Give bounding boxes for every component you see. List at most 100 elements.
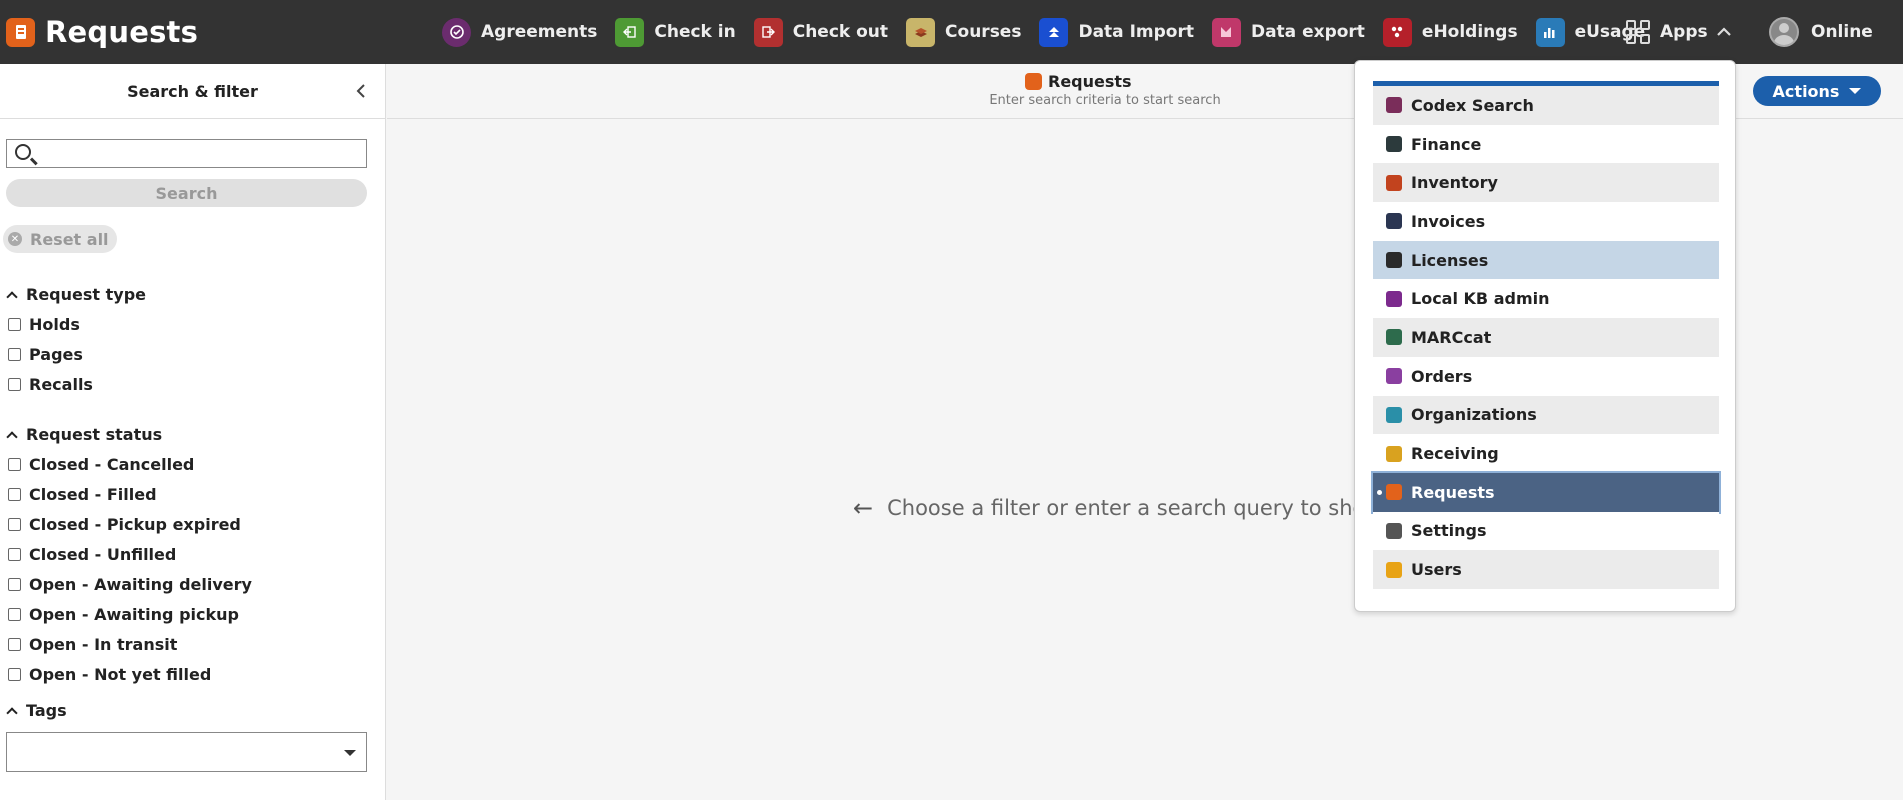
app-item-licenses[interactable]: Licenses [1373, 240, 1719, 280]
requests-app-icon [6, 17, 35, 47]
filter-option-closed-unfilled[interactable]: Closed - Unfilled [8, 539, 252, 569]
filter-option-pages[interactable]: Pages [8, 339, 146, 369]
results-subtitle: Enter search criteria to start search [989, 93, 1221, 108]
profile-status: Online [1811, 22, 1873, 42]
actions-label: Actions [1772, 81, 1840, 101]
checkbox[interactable] [8, 517, 21, 531]
nav-agreements[interactable]: Agreements [442, 0, 597, 64]
filter-option-closed-pickup-expired[interactable]: Closed - Pickup expired [8, 509, 252, 539]
filter-option-open-awaiting-delivery[interactable]: Open - Awaiting delivery [8, 569, 252, 599]
checkbox[interactable] [8, 317, 21, 331]
app-item-settings[interactable]: Settings [1373, 511, 1719, 551]
empty-results-message: ← Choose a filter or enter a search quer… [853, 494, 1383, 522]
reset-label: Reset all [30, 229, 109, 249]
app-item-requests[interactable]: Requests [1371, 470, 1721, 514]
filter-option-recalls[interactable]: Recalls [8, 369, 146, 399]
nav-label: Data Import [1078, 22, 1194, 42]
request-type-heading[interactable]: Request type [6, 284, 146, 304]
search-button[interactable]: Search [6, 179, 367, 207]
apps-grid-icon [1626, 20, 1650, 44]
nav-label: Courses [945, 22, 1022, 42]
users-icon [1386, 561, 1402, 578]
app-title: Requests [45, 15, 199, 49]
app-item-local-kb-admin[interactable]: Local KB admin [1373, 279, 1719, 319]
filter-option-closed-filled[interactable]: Closed - Filled [8, 479, 252, 509]
actions-button[interactable]: Actions [1753, 76, 1881, 106]
checkbox[interactable] [8, 347, 21, 361]
nav-eholdings[interactable]: eHoldings [1382, 0, 1518, 64]
collapse-pane-icon[interactable] [355, 80, 367, 104]
nav-label: Agreements [481, 22, 598, 42]
filter-option-label: Open - Awaiting pickup [29, 604, 239, 624]
app-item-label: Finance [1411, 134, 1482, 154]
receiving-icon [1386, 445, 1402, 462]
nav-check-in[interactable]: Check in [615, 0, 736, 64]
results-title: Requests [1025, 72, 1132, 91]
app-item-marccat[interactable]: MARCcat [1373, 318, 1719, 357]
app-item-invoices[interactable]: Invoices [1373, 202, 1719, 241]
checkbox[interactable] [8, 487, 21, 501]
filter-option-holds[interactable]: Holds [8, 309, 146, 339]
agreements-icon [442, 17, 471, 47]
filter-option-open-awaiting-pickup[interactable]: Open - Awaiting pickup [8, 599, 252, 629]
app-item-orders[interactable]: Orders [1373, 356, 1719, 396]
filter-option-label: Closed - Pickup expired [29, 514, 241, 534]
search-input[interactable] [6, 139, 367, 168]
chevron-up-icon [6, 290, 18, 303]
checkbox[interactable] [8, 377, 21, 391]
profile-menu[interactable]: Online [1769, 0, 1873, 64]
app-item-inventory[interactable]: Inventory [1373, 163, 1719, 203]
app-item-codex-search[interactable]: Codex Search [1373, 86, 1719, 125]
app-nav: Agreements Check in Check out Courses Da… [442, 0, 1663, 64]
request-status-heading[interactable]: Request status [6, 424, 252, 444]
apps-menu-button[interactable]: Apps [1626, 0, 1732, 64]
nav-courses[interactable]: Courses [906, 0, 1021, 64]
app-brand[interactable]: Requests [0, 0, 198, 64]
filter-option-open-in-transit[interactable]: Open - In transit [8, 629, 252, 659]
eholdings-icon [1382, 17, 1412, 47]
app-item-label: Local KB admin [1411, 289, 1550, 309]
filter-heading-label: Tags [26, 700, 67, 720]
filter-pane-header: Search & filter [0, 64, 385, 119]
app-item-receiving[interactable]: Receiving [1373, 434, 1719, 473]
check-out-icon [753, 17, 783, 47]
app-item-label: Invoices [1411, 211, 1486, 231]
courses-icon [906, 17, 936, 47]
checkbox[interactable] [8, 667, 21, 681]
orders-icon [1386, 368, 1402, 385]
top-nav-bar: Requests Agreements Check in Check out C… [0, 0, 1903, 64]
filter-option-label: Closed - Cancelled [29, 454, 195, 474]
filter-option-label: Closed - Filled [29, 484, 157, 504]
reset-all-button[interactable]: ✕ Reset all [3, 225, 117, 253]
chevron-up-icon [1716, 27, 1731, 36]
app-item-label: Settings [1411, 521, 1487, 541]
tags-select[interactable] [6, 732, 367, 772]
filter-option-open-not-yet-filled[interactable]: Open - Not yet filled [8, 659, 252, 689]
checkbox[interactable] [8, 607, 21, 621]
app-item-label: Orders [1411, 366, 1473, 386]
data-export-icon [1211, 17, 1241, 47]
tags-heading[interactable]: Tags [6, 700, 67, 720]
apps-dropdown-menu: Codex Search Finance Inventory Invoices … [1354, 60, 1736, 612]
caret-down-icon [1849, 88, 1862, 94]
app-item-finance[interactable]: Finance [1373, 124, 1719, 164]
checkbox[interactable] [8, 577, 21, 591]
tags-filter: Tags [6, 700, 67, 720]
nav-data-import[interactable]: Data Import [1039, 0, 1194, 64]
app-item-organizations[interactable]: Organizations [1373, 395, 1719, 435]
filter-pane-title: Search & filter [127, 81, 258, 101]
app-item-users[interactable]: Users [1373, 550, 1719, 589]
local-kb-admin-icon [1386, 290, 1402, 307]
filter-option-label: Holds [29, 314, 80, 334]
checkbox[interactable] [8, 547, 21, 561]
checkbox[interactable] [8, 637, 21, 651]
request-type-filter: Request type Holds Pages Recalls [6, 284, 146, 399]
nav-check-out[interactable]: Check out [753, 0, 888, 64]
filter-option-closed-cancelled[interactable]: Closed - Cancelled [8, 449, 252, 479]
search-icon [15, 144, 31, 160]
nav-data-export[interactable]: Data export [1211, 0, 1365, 64]
app-item-label: Codex Search [1411, 95, 1534, 115]
checkbox[interactable] [8, 457, 21, 471]
app-item-label: Receiving [1411, 444, 1499, 464]
chevron-up-icon [6, 706, 18, 719]
